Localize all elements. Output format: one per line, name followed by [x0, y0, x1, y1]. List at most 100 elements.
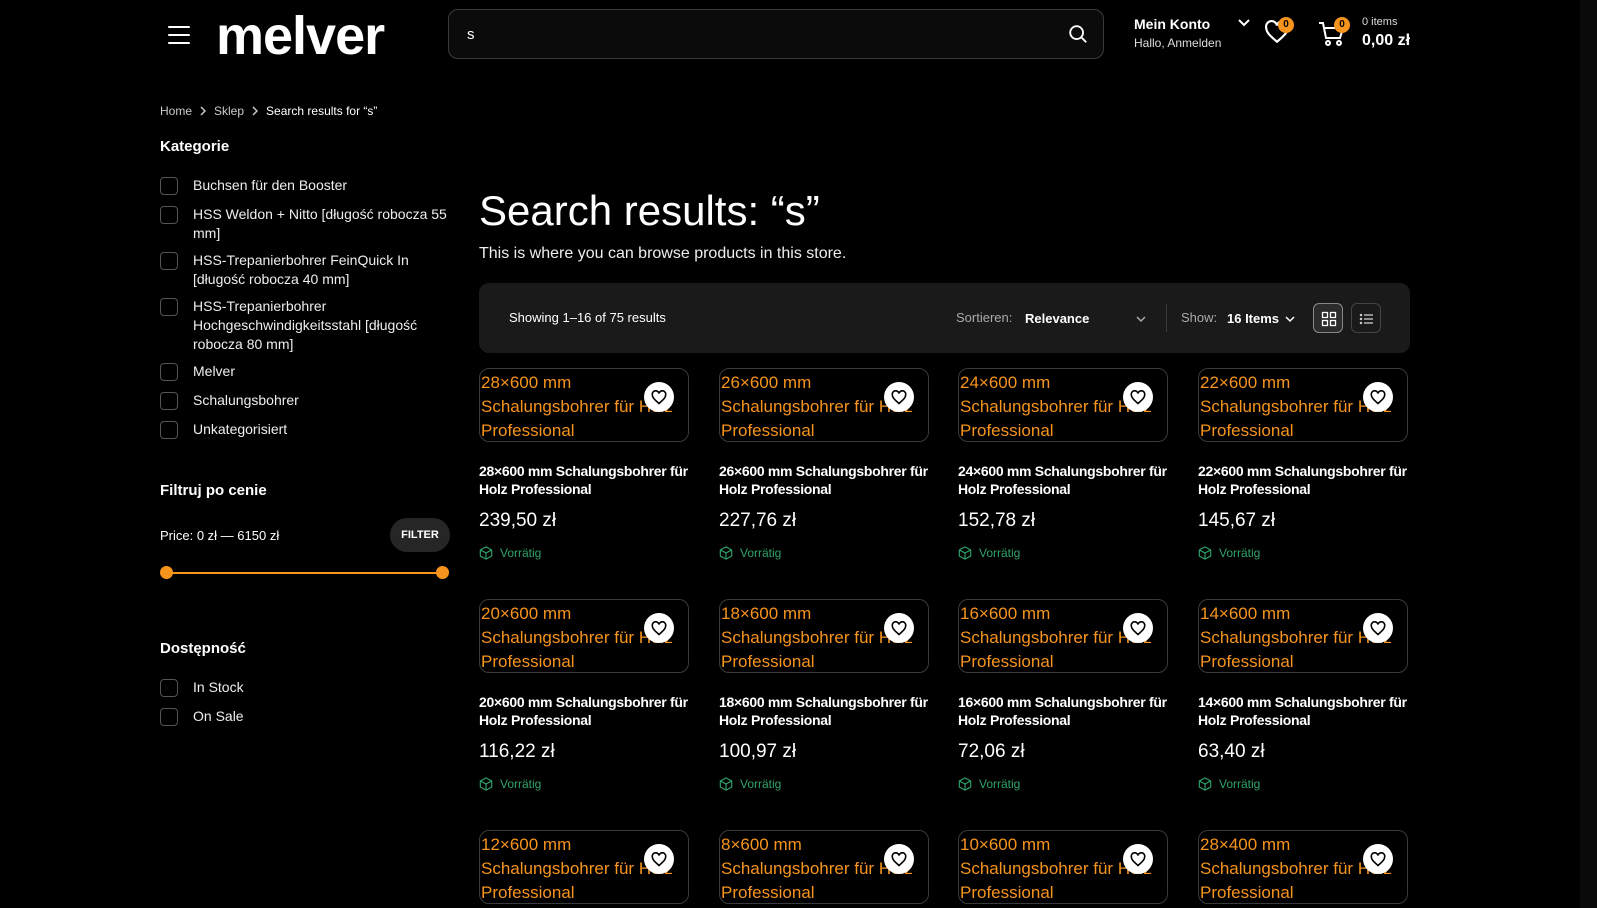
wishlist-button[interactable]: 0 [1264, 17, 1294, 46]
product-card[interactable]: 28×400 mm Schalungsbohrer für Holz Profe… [1198, 830, 1408, 904]
add-to-wishlist-button[interactable] [644, 613, 674, 643]
add-to-wishlist-button[interactable] [1123, 844, 1153, 874]
add-to-wishlist-button[interactable] [1363, 613, 1393, 643]
product-image[interactable]: 8×600 mm Schalungsbohrer für Holz Profes… [719, 830, 929, 904]
search-bar[interactable] [448, 9, 1104, 59]
product-image[interactable]: 28×600 mm Schalungsbohrer für Holz Profe… [479, 368, 689, 442]
add-to-wishlist-button[interactable] [1123, 382, 1153, 412]
cart-button[interactable]: 0 [1318, 17, 1350, 48]
price-slider-track[interactable] [166, 572, 442, 574]
add-to-wishlist-button[interactable] [1363, 844, 1393, 874]
product-name[interactable]: 14×600 mm Schalungsbohrer für Holz Profe… [1198, 693, 1408, 729]
product-card[interactable]: 24×600 mm Schalungsbohrer für Holz Profe… [958, 368, 1168, 560]
add-to-wishlist-button[interactable] [884, 613, 914, 643]
product-image[interactable]: 16×600 mm Schalungsbohrer für Holz Profe… [958, 599, 1168, 673]
product-name[interactable]: 18×600 mm Schalungsbohrer für Holz Profe… [719, 693, 929, 729]
add-to-wishlist-button[interactable] [884, 382, 914, 412]
product-price: 100,97 zł [719, 741, 797, 762]
add-to-wishlist-button[interactable] [1123, 613, 1153, 643]
availability-checkbox[interactable] [160, 708, 178, 726]
availability-filter-item[interactable]: In Stock [160, 678, 450, 697]
category-filter-item[interactable]: HSS-Trepanierbohrer FeinQuick In [długoś… [160, 251, 450, 289]
list-view-button[interactable] [1351, 303, 1381, 333]
product-image[interactable]: 20×600 mm Schalungsbohrer für Holz Profe… [479, 599, 689, 673]
product-image[interactable]: 22×600 mm Schalungsbohrer für Holz Profe… [1198, 368, 1408, 442]
category-filter-item[interactable]: Buchsen für den Booster [160, 176, 450, 195]
availability-checkbox[interactable] [160, 679, 178, 697]
product-card[interactable]: 10×600 mm Schalungsbohrer für Holz Profe… [958, 830, 1168, 904]
category-filter-item[interactable]: HSS Weldon + Nitto [długość robocza 55 m… [160, 205, 450, 243]
product-name[interactable]: 22×600 mm Schalungsbohrer für Holz Profe… [1198, 462, 1408, 498]
product-name[interactable]: 28×600 mm Schalungsbohrer für Holz Profe… [479, 462, 689, 498]
categories-heading: Kategorie [160, 138, 230, 155]
stock-status: Vorrätig [479, 546, 689, 560]
product-name[interactable]: 20×600 mm Schalungsbohrer für Holz Profe… [479, 693, 689, 729]
chevron-down-icon[interactable] [1237, 18, 1251, 28]
add-to-wishlist-button[interactable] [644, 844, 674, 874]
heart-icon [891, 390, 907, 405]
account-menu[interactable]: Mein Konto Hallo, Anmelden [1134, 16, 1221, 50]
search-input[interactable] [465, 10, 1045, 58]
search-icon[interactable] [1067, 23, 1089, 45]
product-card[interactable]: 26×600 mm Schalungsbohrer für Holz Profe… [719, 368, 929, 560]
breadcrumb-current: Search results for “s” [266, 104, 378, 118]
heart-icon [651, 852, 667, 867]
category-filter-item[interactable]: HSS-Trepanierbohrer Hochgeschwindigkeits… [160, 297, 450, 354]
add-to-wishlist-button[interactable] [884, 844, 914, 874]
category-checkbox[interactable] [160, 206, 178, 224]
breadcrumb-home[interactable]: Home [160, 104, 192, 118]
breadcrumb: Home Sklep Search results for “s” [160, 104, 377, 118]
per-page-select[interactable]: 16 Items [1227, 311, 1279, 326]
category-filter-item[interactable]: Melver [160, 362, 450, 381]
sort-select[interactable]: Relevance [1025, 311, 1089, 326]
category-checkbox[interactable] [160, 363, 178, 381]
site-logo[interactable]: melver [216, 6, 385, 66]
product-card[interactable]: 8×600 mm Schalungsbohrer für Holz Profes… [719, 830, 929, 904]
product-card[interactable]: 22×600 mm Schalungsbohrer für Holz Profe… [1198, 368, 1408, 560]
add-to-wishlist-button[interactable] [644, 382, 674, 412]
product-image[interactable]: 10×600 mm Schalungsbohrer für Holz Profe… [958, 830, 1168, 904]
add-to-wishlist-button[interactable] [1363, 382, 1393, 412]
product-card[interactable]: 18×600 mm Schalungsbohrer für Holz Profe… [719, 599, 929, 791]
stock-label: Vorrätig [740, 546, 782, 560]
product-image[interactable]: 26×600 mm Schalungsbohrer für Holz Profe… [719, 368, 929, 442]
product-card[interactable]: 20×600 mm Schalungsbohrer für Holz Profe… [479, 599, 689, 791]
chevron-down-icon[interactable] [1136, 315, 1146, 323]
menu-icon[interactable] [168, 26, 190, 44]
scrollbar[interactable] [1580, 0, 1597, 908]
category-filter-item[interactable]: Schalungsbohrer [160, 391, 450, 410]
grid-view-button[interactable] [1313, 303, 1343, 333]
product-name[interactable]: 16×600 mm Schalungsbohrer für Holz Profe… [958, 693, 1168, 729]
product-image[interactable]: 28×400 mm Schalungsbohrer für Holz Profe… [1198, 830, 1408, 904]
breadcrumb-shop[interactable]: Sklep [214, 104, 244, 118]
page-subtitle: This is where you can browse products in… [479, 245, 847, 262]
category-checkbox[interactable] [160, 177, 178, 195]
chevron-down-icon[interactable] [1285, 315, 1295, 323]
stock-status: Vorrätig [1198, 777, 1408, 791]
cart-summary[interactable]: 0 items 0,00 zł [1362, 16, 1410, 50]
product-name[interactable]: 24×600 mm Schalungsbohrer für Holz Profe… [958, 462, 1168, 498]
box-icon [719, 546, 733, 560]
product-name[interactable]: 26×600 mm Schalungsbohrer für Holz Profe… [719, 462, 929, 498]
category-checkbox[interactable] [160, 298, 178, 316]
product-image[interactable]: 14×600 mm Schalungsbohrer für Holz Profe… [1198, 599, 1408, 673]
availability-label: On Sale [193, 708, 244, 724]
stock-status: Vorrätig [479, 777, 689, 791]
filter-button[interactable]: FILTER [390, 518, 450, 552]
product-image[interactable]: 18×600 mm Schalungsbohrer für Holz Profe… [719, 599, 929, 673]
product-image[interactable]: 24×600 mm Schalungsbohrer für Holz Profe… [958, 368, 1168, 442]
product-image[interactable]: 12×600 mm Schalungsbohrer für Holz Profe… [479, 830, 689, 904]
product-card[interactable]: 14×600 mm Schalungsbohrer für Holz Profe… [1198, 599, 1408, 791]
product-card[interactable]: 28×600 mm Schalungsbohrer für Holz Profe… [479, 368, 689, 560]
price-slider-max-handle[interactable] [436, 566, 449, 579]
category-checkbox[interactable] [160, 252, 178, 270]
category-checkbox[interactable] [160, 392, 178, 410]
price-slider-min-handle[interactable] [160, 566, 173, 579]
category-filter-item[interactable]: Unkategorisiert [160, 420, 450, 439]
heart-icon [1130, 390, 1146, 405]
product-card[interactable]: 12×600 mm Schalungsbohrer für Holz Profe… [479, 830, 689, 904]
result-count: Showing 1–16 of 75 results [509, 310, 666, 325]
availability-filter-item[interactable]: On Sale [160, 707, 450, 726]
category-checkbox[interactable] [160, 421, 178, 439]
product-card[interactable]: 16×600 mm Schalungsbohrer für Holz Profe… [958, 599, 1168, 791]
